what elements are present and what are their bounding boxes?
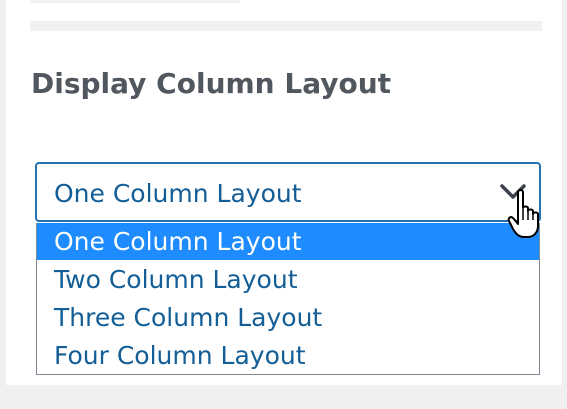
section-divider [30, 21, 542, 31]
option-three-column[interactable]: Three Column Layout [37, 299, 539, 336]
option-two-column[interactable]: Two Column Layout [37, 261, 539, 298]
select-current-value: One Column Layout [54, 179, 302, 208]
option-four-column[interactable]: Four Column Layout [37, 337, 539, 374]
option-one-column[interactable]: One Column Layout [37, 223, 539, 260]
column-layout-select[interactable]: One Column Layout [35, 162, 541, 222]
hand-pointer-icon [507, 189, 539, 238]
layout-options-list: One Column Layout Two Column Layout Thre… [36, 223, 540, 375]
section-heading: Display Column Layout [31, 67, 392, 100]
top-edge-stub [30, 0, 240, 3]
